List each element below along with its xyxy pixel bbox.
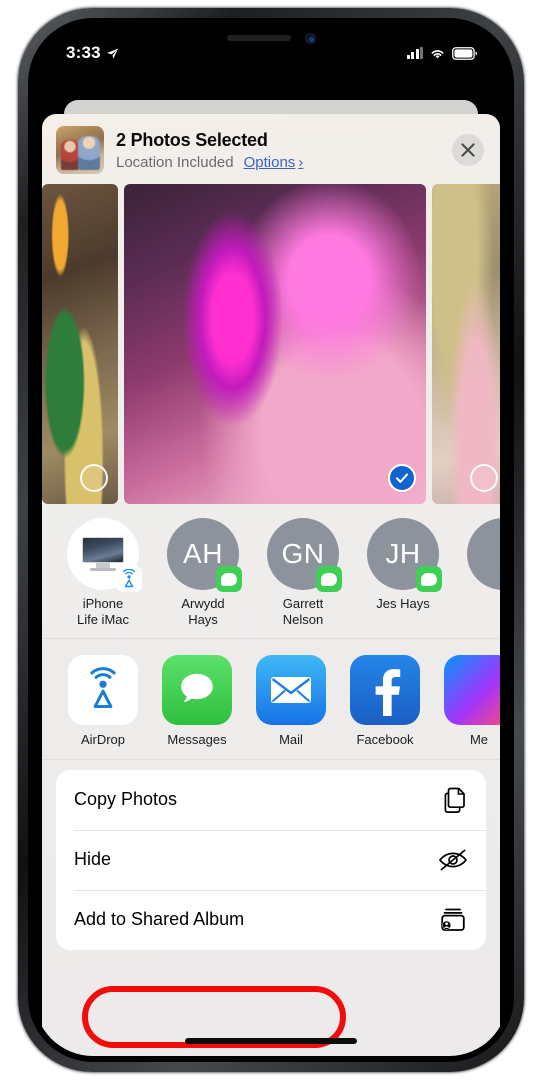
contact-label-line2: Life iMac <box>76 611 130 627</box>
share-sheet-header: 2 Photos Selected Location Included Opti… <box>42 114 500 184</box>
photo-right-partial[interactable] <box>432 184 500 504</box>
speaker-slot <box>227 35 291 41</box>
share-sheet-stack: 2 Photos Selected Location Included Opti… <box>34 100 508 1056</box>
imac-icon <box>82 537 124 571</box>
cellular-bars-icon <box>406 47 423 59</box>
avatar: GN <box>267 518 342 592</box>
avatar-initials: GN <box>281 538 325 569</box>
contact-item-garrett-nelson[interactable]: GN Garrett Nelson <box>264 518 342 628</box>
photo-select-toggle-selected[interactable] <box>388 464 416 492</box>
app-label: AirDrop <box>80 731 126 747</box>
status-indicators <box>406 46 479 60</box>
avatar: JH <box>367 518 442 592</box>
status-time-group: 3:33 <box>66 43 119 63</box>
photo-left-partial[interactable] <box>42 184 118 504</box>
avatar <box>467 518 500 590</box>
close-icon <box>461 143 475 157</box>
avatar: AH <box>167 518 242 592</box>
speech-bubble-icon <box>181 673 213 702</box>
app-item-messenger[interactable]: Me <box>444 654 500 747</box>
messenger-icon <box>444 654 500 725</box>
app-label: Me <box>469 731 489 747</box>
contact-label-line1: iPhone <box>82 596 124 611</box>
app-label: Messages <box>167 731 227 747</box>
share-sheet-subline: Location Included Options › <box>116 154 440 171</box>
front-camera-icon <box>305 33 316 44</box>
contact-item-arwydd-hays[interactable]: AH Arwydd Hays <box>164 518 242 628</box>
contact-label-line2: Hays <box>188 611 218 627</box>
messages-badge-icon <box>316 566 342 592</box>
location-arrow-icon <box>106 48 118 59</box>
facebook-icon <box>350 654 420 725</box>
selected-photo-thumbnail <box>56 126 104 174</box>
share-sheet-title: 2 Photos Selected <box>116 130 268 151</box>
messages-badge-icon <box>416 566 442 592</box>
chevron-right-icon: › <box>298 153 304 171</box>
location-included-label: Location Included <box>116 153 234 171</box>
photo-center[interactable] <box>124 184 426 504</box>
airdrop-icon <box>68 654 138 725</box>
contact-label-line1: Garrett <box>282 596 324 611</box>
contact-label-line1: Jes Hays <box>376 596 430 611</box>
apps-row[interactable]: AirDrop Messages Mail Facebook Me <box>42 639 500 760</box>
phone-screen: 3:33 2 Photos Selected Location Included… <box>34 24 508 1056</box>
messages-icon <box>162 654 232 725</box>
action-add-to-shared-album[interactable]: Add to Shared Album <box>56 889 486 950</box>
avatar-initials: JH <box>385 538 421 569</box>
avatar-imac <box>67 518 142 592</box>
action-label: Add to Shared Album <box>74 909 245 930</box>
options-link[interactable]: Options › <box>244 154 304 171</box>
messages-badge-icon <box>216 566 242 592</box>
action-hide[interactable]: Hide <box>56 829 486 890</box>
share-sheet: 2 Photos Selected Location Included Opti… <box>42 114 500 1056</box>
app-item-mail[interactable]: Mail <box>256 654 326 747</box>
airdrop-icon <box>122 569 136 588</box>
app-item-messages[interactable]: Messages <box>162 654 232 747</box>
eye-slash-icon <box>438 849 468 871</box>
contacts-suggestions-row[interactable]: iPhone Life iMac AH Arwydd Hays GN Garre… <box>42 504 500 639</box>
mail-icon <box>256 654 326 725</box>
shared-album-icon <box>441 908 465 931</box>
options-link-label: Options <box>243 153 296 171</box>
contact-item-imac[interactable]: iPhone Life iMac <box>64 518 142 628</box>
photo-select-toggle[interactable] <box>470 464 498 492</box>
facebook-f-icon <box>375 668 401 716</box>
status-time-label: 3:33 <box>66 43 101 62</box>
close-button[interactable] <box>452 134 484 166</box>
checkmark-icon <box>395 473 409 483</box>
notch <box>183 24 359 54</box>
actions-card: Copy Photos Hide Add to Shared Album <box>56 769 486 950</box>
contact-label-line1: Arwydd <box>181 596 225 611</box>
app-item-airdrop[interactable]: AirDrop <box>68 654 138 747</box>
airdrop-badge-icon <box>116 566 142 592</box>
envelope-icon <box>271 676 311 703</box>
copy-icon <box>444 787 465 813</box>
phone-frame: 3:33 2 Photos Selected Location Included… <box>18 8 524 1072</box>
action-label: Hide <box>74 849 112 870</box>
battery-icon <box>452 46 477 60</box>
contact-item-jes-hays[interactable]: JH Jes Hays <box>364 518 442 628</box>
contact-label-line2: Nelson <box>282 611 324 627</box>
photo-select-toggle[interactable] <box>80 464 108 492</box>
share-sheet-header-text: 2 Photos Selected Location Included Opti… <box>116 129 440 171</box>
app-item-facebook[interactable]: Facebook <box>350 654 420 747</box>
app-label: Mail <box>279 731 303 747</box>
home-indicator[interactable] <box>185 1038 357 1044</box>
airdrop-glyph-icon <box>90 666 116 708</box>
actions-area: Copy Photos Hide Add to Shared Album <box>42 760 500 1056</box>
app-label: Facebook <box>356 731 414 747</box>
avatar-initials: AH <box>183 538 223 569</box>
action-label: Copy Photos <box>74 789 178 810</box>
wifi-icon <box>431 49 444 58</box>
phone-bezel: 3:33 2 Photos Selected Location Included… <box>28 18 514 1062</box>
action-copy-photos[interactable]: Copy Photos <box>56 770 486 830</box>
contact-item-partial[interactable] <box>464 518 500 628</box>
photo-carousel[interactable] <box>42 184 500 504</box>
